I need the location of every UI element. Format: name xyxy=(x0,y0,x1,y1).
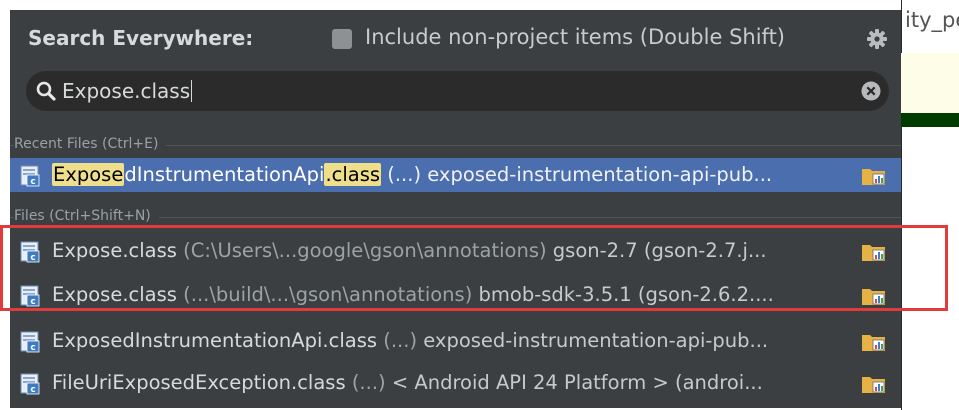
popup-title: Search Everywhere: xyxy=(28,26,254,50)
svg-text:c: c xyxy=(30,343,35,353)
library-name: exposed-instrumentation-api-pub... xyxy=(421,163,773,186)
text-caret xyxy=(191,80,193,102)
file-path: (...) xyxy=(381,163,422,186)
file-path: (...) xyxy=(377,329,418,352)
list-item-text: ExposedInstrumentationApi.class (...) ex… xyxy=(52,163,772,186)
editor-background: ity_pe xyxy=(901,0,959,410)
class-file-icon: c xyxy=(20,331,40,353)
editor-peek-text: ity_pe xyxy=(905,8,959,32)
search-icon xyxy=(36,81,56,101)
file-path: (...) xyxy=(345,371,386,394)
section-recent-files: Recent Files (Ctrl+E) xyxy=(10,134,901,156)
search-input-value[interactable]: Expose.class xyxy=(62,79,193,103)
editor-highlight-block xyxy=(901,53,959,113)
list-item-file-3[interactable]: c FileUriExposedException.class (...) < … xyxy=(10,366,901,400)
editor-green-bar xyxy=(901,113,959,127)
file-name: FileUriExposedException.class xyxy=(52,371,346,394)
match-highlight: Expose xyxy=(52,163,125,186)
class-file-icon: c xyxy=(20,373,40,395)
annotation-highlight-box xyxy=(0,225,948,311)
list-item-text: FileUriExposedException.class (...) < An… xyxy=(52,371,763,394)
section-label: Recent Files (Ctrl+E) xyxy=(14,136,167,152)
match-highlight: .class xyxy=(324,163,382,186)
gear-icon[interactable] xyxy=(866,28,888,50)
search-input[interactable]: Expose.class xyxy=(26,71,889,111)
library-name: < Android API 24 Platform > (androi... xyxy=(385,371,763,394)
list-item-text: ExposedInstrumentationApi.class (...) ex… xyxy=(52,329,768,352)
library-folder-icon xyxy=(862,335,885,351)
section-label: Files (Ctrl+Shift+N) xyxy=(14,208,159,224)
library-folder-icon xyxy=(862,377,885,393)
svg-text:c: c xyxy=(30,177,35,187)
search-everywhere-popup: Search Everywhere: Include non-project i… xyxy=(10,10,901,408)
file-name: ExposedInstrumentationApi.class xyxy=(52,329,378,352)
list-item-file-2[interactable]: c ExposedInstrumentationApi.class (...) … xyxy=(10,324,901,358)
class-file-icon: c xyxy=(20,165,40,187)
popup-header: Search Everywhere: Include non-project i… xyxy=(10,10,901,62)
include-non-project-label[interactable]: Include non-project items (Double Shift) xyxy=(365,25,785,49)
svg-text:c: c xyxy=(30,385,35,395)
list-item-recent-0[interactable]: c ExposedInstrumentationApi.class (...) … xyxy=(10,158,901,192)
search-query: Expose.class xyxy=(62,79,191,103)
library-folder-icon xyxy=(862,169,885,185)
clear-icon[interactable] xyxy=(861,81,881,101)
file-name-part: dInstrumentationApi xyxy=(124,163,325,186)
library-name: exposed-instrumentation-api-pub... xyxy=(417,329,769,352)
include-non-project-checkbox[interactable] xyxy=(332,29,352,49)
